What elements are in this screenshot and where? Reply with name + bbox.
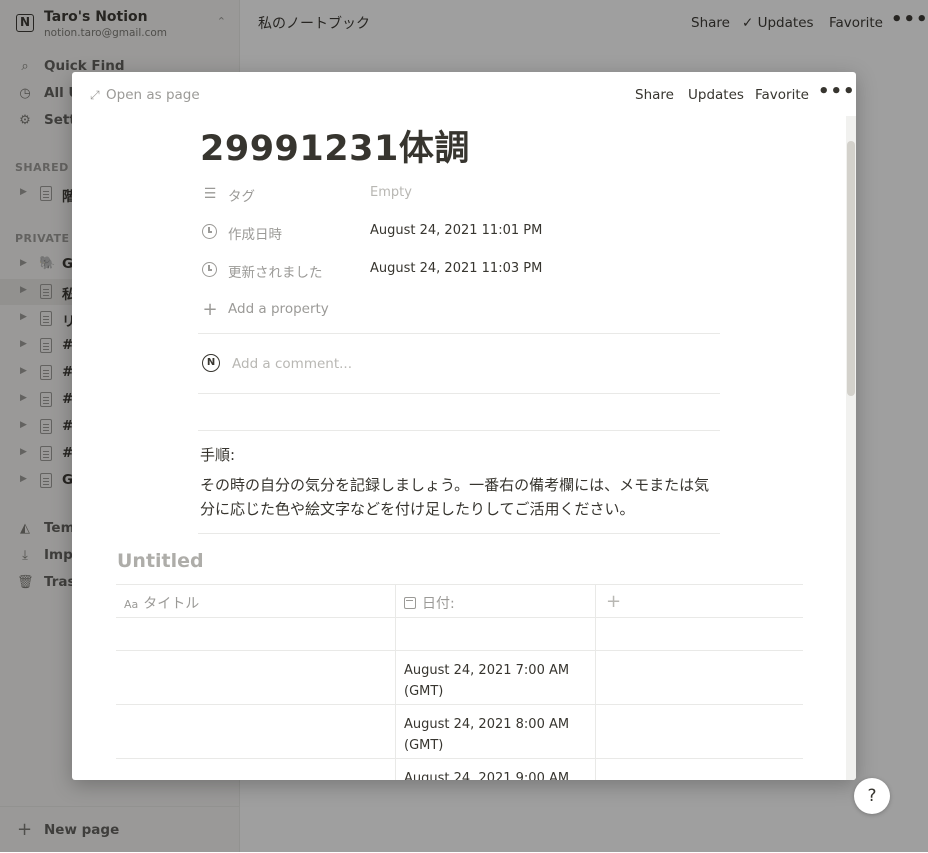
divider: [198, 333, 720, 334]
cell-date[interactable]: August 24, 2021 8:00 AM (GMT): [396, 705, 596, 758]
list-icon: ☰: [203, 186, 217, 202]
date-value: August 24, 2021 8:00 AM (GMT): [404, 717, 570, 753]
comment-box[interactable]: N Add a comment...: [200, 352, 720, 386]
property-name: 更新されました: [228, 265, 323, 281]
add-property-button[interactable]: + Add a property: [198, 292, 718, 328]
cell-title[interactable]: [116, 618, 396, 650]
cell-empty[interactable]: [596, 759, 803, 780]
cell-title[interactable]: [116, 651, 396, 704]
property-row-created[interactable]: 作成日時 August 24, 2021 11:01 PM: [198, 214, 718, 250]
database-title[interactable]: Untitled: [117, 550, 204, 572]
date-value: August 24, 2021 9:00 AM: [404, 771, 570, 780]
comment-input[interactable]: Add a comment...: [232, 356, 352, 372]
clock-icon: [202, 224, 217, 239]
modal-more-icon[interactable]: •••: [818, 81, 856, 102]
open-as-page-button[interactable]: ⤢ Open as page: [90, 87, 200, 103]
cell-title[interactable]: [116, 705, 396, 758]
calendar-icon: [404, 597, 416, 609]
modal-updates-button[interactable]: Updates: [688, 87, 744, 103]
cell-title[interactable]: [116, 759, 396, 780]
divider: [198, 430, 720, 431]
table-row[interactable]: August 24, 2021 8:00 AM (GMT): [116, 705, 803, 759]
help-button[interactable]: ?: [854, 778, 890, 814]
property-name: 作成日時: [228, 227, 282, 243]
date-value: August 24, 2021 7:00 AM (GMT): [404, 663, 570, 699]
table-header: Aa タイトル 日付: +: [116, 585, 803, 618]
add-column-button[interactable]: +: [596, 585, 803, 617]
cell-date[interactable]: August 24, 2021 9:00 AM: [396, 759, 596, 780]
table-row[interactable]: [116, 618, 803, 651]
cell-date[interactable]: [396, 618, 596, 650]
column-header-label: タイトル: [143, 596, 200, 612]
description-text: その時の自分の気分を記録しましょう。一番右の備考欄には、メモまたは気分に応じた色…: [200, 476, 710, 518]
page-title[interactable]: 29991231体調: [200, 120, 470, 171]
property-name: タグ: [228, 189, 255, 205]
plus-icon: +: [202, 299, 218, 320]
modal-favorite-button[interactable]: Favorite: [755, 87, 809, 103]
column-header-label: 日付:: [422, 596, 455, 612]
clock-icon: [202, 262, 217, 277]
plus-icon: +: [606, 591, 622, 612]
column-header-date[interactable]: 日付:: [396, 585, 596, 617]
modal-share-button[interactable]: Share: [635, 87, 674, 103]
divider: [198, 393, 720, 394]
avatar: N: [202, 354, 220, 372]
property-value: August 24, 2021 11:03 PM: [370, 261, 543, 276]
property-value[interactable]: Empty: [370, 185, 412, 200]
property-value: August 24, 2021 11:01 PM: [370, 223, 543, 238]
database-table: Aa タイトル 日付: + August 24, 2021 7:00 AM (GM…: [116, 584, 803, 780]
add-property-label: Add a property: [228, 301, 329, 317]
property-row-updated[interactable]: 更新されました August 24, 2021 11:03 PM: [198, 252, 718, 288]
cell-empty[interactable]: [596, 651, 803, 704]
open-as-page-label: Open as page: [106, 87, 200, 103]
step-label: 手順:: [200, 446, 236, 464]
cell-date[interactable]: August 24, 2021 7:00 AM (GMT): [396, 651, 596, 704]
table-row[interactable]: August 24, 2021 9:00 AM: [116, 759, 803, 780]
table-row[interactable]: August 24, 2021 7:00 AM (GMT): [116, 651, 803, 705]
cell-empty[interactable]: [596, 618, 803, 650]
text-property-icon: Aa: [124, 598, 139, 611]
expand-arrows-icon: ⤢: [90, 88, 100, 102]
notion-app: N Taro's Notion notion.taro@gmail.com ⌃ …: [0, 0, 928, 852]
divider: [198, 533, 720, 534]
modal-scrollbar[interactable]: [846, 116, 856, 780]
page-modal: ⤢ Open as page Share Updates Favorite •••…: [72, 72, 856, 780]
property-row-tag[interactable]: ☰ タグ Empty: [198, 176, 718, 212]
cell-empty[interactable]: [596, 705, 803, 758]
scrollbar-thumb[interactable]: [847, 141, 855, 396]
column-header-title[interactable]: Aa タイトル: [116, 585, 396, 617]
